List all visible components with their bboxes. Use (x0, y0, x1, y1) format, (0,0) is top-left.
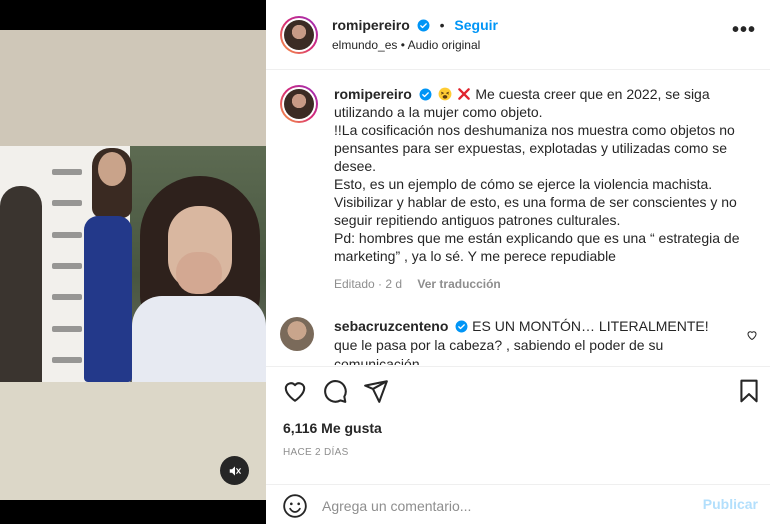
caption-line-5: Pd: hombres que me están explicando que … (334, 230, 740, 264)
comment-item: sebacruzcenteno ES UN MONTÓN… LITERALMEN… (280, 317, 760, 365)
comment-bubble-icon[interactable] (322, 378, 348, 404)
header-user-line: romipereiro • Seguir (332, 17, 498, 33)
verified-badge-icon (417, 19, 430, 32)
like-heart-icon[interactable] (282, 378, 308, 404)
woman-hand (176, 252, 222, 294)
post-media-video[interactable] (0, 0, 266, 524)
post-header: romipereiro • Seguir elmundo_es • Audio … (266, 0, 770, 70)
video-frame-top (0, 30, 266, 146)
commenter-avatar[interactable] (280, 317, 314, 351)
audio-account[interactable]: elmundo_es (332, 38, 397, 52)
see-translation-button[interactable]: Ver traducción (417, 277, 500, 291)
audio-separator: • (397, 38, 408, 52)
audio-info: elmundo_es • Audio original (332, 38, 480, 52)
person-left (0, 186, 42, 382)
caption-line-4: Visibilizar y hablar de esto, es una for… (334, 194, 737, 228)
tired-face-emoji-icon (438, 87, 452, 101)
comment-input[interactable] (322, 495, 682, 517)
caption-username[interactable]: romipereiro (334, 86, 412, 102)
comment-like-icon[interactable] (746, 329, 758, 341)
post-time[interactable]: HACE 2 DÍAS (283, 447, 349, 458)
verified-badge-icon (455, 320, 468, 333)
edited-time: Editado · 2 d (334, 277, 403, 291)
comments-section[interactable]: romipereiro Me cuesta creer que en 2022,… (266, 71, 770, 365)
model-head (98, 152, 126, 186)
share-send-icon[interactable] (363, 378, 389, 404)
woman-shirt (132, 296, 266, 382)
caption-avatar[interactable] (280, 85, 318, 123)
caption-meta: Editado · 2 d Ver traducción (334, 277, 760, 291)
speaker-muted-icon (229, 465, 241, 476)
commenter-username[interactable]: sebacruzcenteno (334, 318, 448, 334)
likes-count[interactable]: 6,116 Me gusta (283, 420, 382, 436)
comment-composer: Publicar (266, 484, 770, 524)
caption-line-3: Esto, es un ejemplo de cómo se ejerce la… (334, 176, 713, 192)
comment-text: sebacruzcenteno ES UN MONTÓN… LITERALMEN… (334, 317, 734, 365)
video-scene (0, 146, 266, 382)
caption-text: romipereiro Me cuesta creer que en 2022,… (334, 85, 760, 265)
separator-dot: • (439, 17, 445, 33)
audio-label[interactable]: Audio original (408, 38, 481, 52)
follow-button[interactable]: Seguir (454, 17, 498, 33)
save-bookmark-icon[interactable] (736, 378, 762, 404)
post-caption: romipereiro Me cuesta creer que en 2022,… (280, 85, 760, 291)
emoji-smile-icon[interactable] (282, 493, 308, 519)
more-options-icon[interactable]: ••• (732, 20, 756, 44)
backdrop-logos (52, 156, 82, 376)
mute-button[interactable] (220, 456, 249, 485)
model-blue-dress (84, 216, 132, 382)
caption-line-2: !!La cosificación nos deshumaniza nos mu… (334, 122, 735, 174)
publish-button[interactable]: Publicar (703, 496, 758, 512)
post-actions: 6,116 Me gusta HACE 2 DÍAS Publicar (266, 366, 770, 524)
author-avatar[interactable] (280, 16, 318, 54)
verified-badge-icon (419, 88, 432, 101)
author-username[interactable]: romipereiro (332, 17, 410, 33)
post-side-panel: romipereiro • Seguir elmundo_es • Audio … (266, 0, 770, 524)
cross-mark-emoji-icon (458, 88, 471, 100)
